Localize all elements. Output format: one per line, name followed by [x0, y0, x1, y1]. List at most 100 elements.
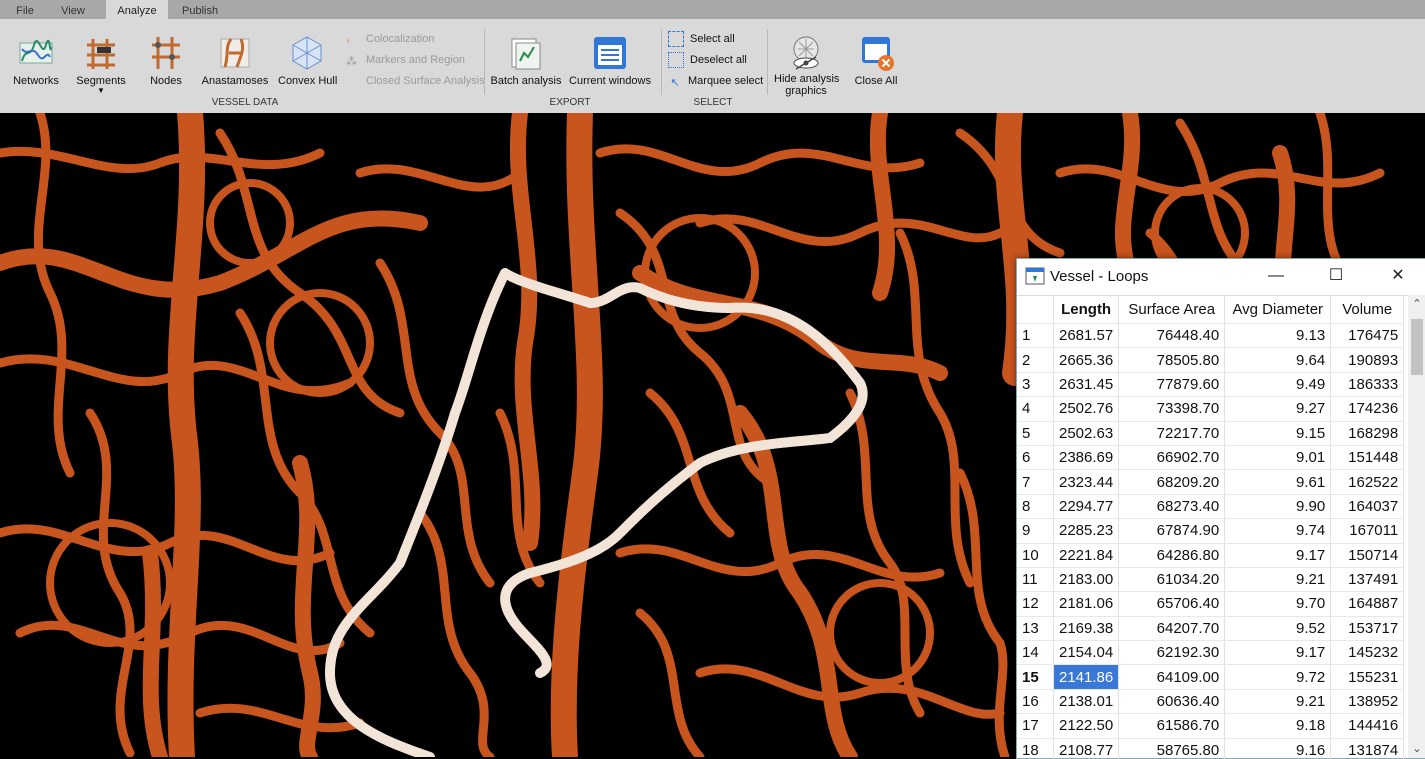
cell-length[interactable]: 2665.36: [1053, 347, 1120, 373]
scrollbar-thumb[interactable]: [1411, 319, 1423, 375]
current-windows-button[interactable]: Current windows: [568, 33, 652, 87]
cell-volume[interactable]: 186333: [1330, 372, 1405, 398]
row-index[interactable]: 18: [1017, 738, 1054, 759]
batch-analysis-button[interactable]: Batch analysis: [490, 33, 562, 87]
cell-volume[interactable]: 137491: [1330, 567, 1405, 593]
table-row[interactable]: 7 2323.44 68209.20 9.61 162522: [1017, 469, 1405, 495]
cell-length[interactable]: 2631.45: [1053, 372, 1120, 398]
table-row[interactable]: 14 2154.04 62192.30 9.17 145232: [1017, 640, 1405, 666]
column-header-avg-diameter[interactable]: Avg Diameter: [1224, 296, 1332, 324]
table-row[interactable]: 11 2183.00 61034.20 9.21 137491: [1017, 567, 1405, 593]
row-index[interactable]: 17: [1017, 713, 1054, 739]
cell-length[interactable]: 2502.63: [1053, 421, 1120, 446]
table-row[interactable]: 13 2169.38 64207.70 9.52 153717: [1017, 616, 1405, 642]
column-header-surface-area[interactable]: Surface Area: [1118, 296, 1226, 324]
row-index[interactable]: 10: [1017, 543, 1054, 568]
tab-file[interactable]: File: [10, 0, 40, 19]
minimize-icon[interactable]: —: [1253, 263, 1299, 289]
cell-length[interactable]: 2221.84: [1053, 543, 1120, 568]
table-row[interactable]: 8 2294.77 68273.40 9.90 164037: [1017, 494, 1405, 520]
table-row[interactable]: 1 2681.57 76448.40 9.13 176475: [1017, 323, 1405, 349]
cell-length[interactable]: 2108.77: [1053, 738, 1120, 759]
colocalization-button[interactable]: ◐ Colocalization: [346, 30, 434, 48]
table-row[interactable]: 15 2141.86 64109.00 9.72 155231: [1017, 664, 1405, 690]
close-icon[interactable]: ✕: [1375, 263, 1421, 289]
row-index[interactable]: 5: [1017, 421, 1054, 446]
cell-surface-area[interactable]: 64109.00: [1118, 664, 1226, 690]
cell-surface-area[interactable]: 66902.70: [1118, 445, 1226, 471]
row-index[interactable]: 15: [1017, 664, 1054, 690]
cell-length[interactable]: 2138.01: [1053, 689, 1120, 715]
markers-region-button[interactable]: ⁂ Markers and Region: [346, 51, 465, 69]
table-row[interactable]: 5 2502.63 72217.70 9.15 168298: [1017, 421, 1405, 446]
cell-volume[interactable]: 145232: [1330, 640, 1405, 666]
cell-volume[interactable]: 151448: [1330, 445, 1405, 471]
cell-surface-area[interactable]: 65706.40: [1118, 591, 1226, 617]
cell-volume[interactable]: 164887: [1330, 591, 1405, 617]
cell-avg-diameter[interactable]: 9.17: [1224, 640, 1332, 666]
row-index[interactable]: 3: [1017, 372, 1054, 398]
cell-avg-diameter[interactable]: 9.74: [1224, 518, 1332, 544]
cell-volume[interactable]: 131874: [1330, 738, 1405, 759]
window-titlebar[interactable]: Vessel - Loops — ☐ ✕: [1017, 259, 1425, 293]
cell-volume[interactable]: 150714: [1330, 543, 1405, 568]
cell-volume[interactable]: 153717: [1330, 616, 1405, 642]
cell-surface-area[interactable]: 78505.80: [1118, 347, 1226, 373]
cell-length[interactable]: 2141.86: [1053, 664, 1120, 690]
cell-surface-area[interactable]: 68273.40: [1118, 494, 1226, 520]
row-index[interactable]: 6: [1017, 445, 1054, 471]
row-index[interactable]: 14: [1017, 640, 1054, 666]
cell-volume[interactable]: 176475: [1330, 323, 1405, 349]
table-row[interactable]: 12 2181.06 65706.40 9.70 164887: [1017, 591, 1405, 617]
maximize-icon[interactable]: ☐: [1313, 263, 1359, 289]
cell-avg-diameter[interactable]: 9.21: [1224, 567, 1332, 593]
cell-length[interactable]: 2285.23: [1053, 518, 1120, 544]
row-index[interactable]: 1: [1017, 323, 1054, 349]
cell-volume[interactable]: 155231: [1330, 664, 1405, 690]
cell-length[interactable]: 2294.77: [1053, 494, 1120, 520]
cell-surface-area[interactable]: 72217.70: [1118, 421, 1226, 446]
cell-avg-diameter[interactable]: 9.27: [1224, 396, 1332, 422]
row-index[interactable]: 12: [1017, 591, 1054, 617]
row-index[interactable]: 11: [1017, 567, 1054, 593]
cell-surface-area[interactable]: 73398.70: [1118, 396, 1226, 422]
row-index[interactable]: 4: [1017, 396, 1054, 422]
loops-data-grid[interactable]: Length Surface Area Avg Diameter Volume …: [1017, 295, 1408, 759]
closed-surface-analysis-button[interactable]: Closed Surface Analysis: [346, 72, 485, 90]
cell-length[interactable]: 2386.69: [1053, 445, 1120, 471]
row-index[interactable]: 16: [1017, 689, 1054, 715]
cell-surface-area[interactable]: 61034.20: [1118, 567, 1226, 593]
cell-length[interactable]: 2122.50: [1053, 713, 1120, 739]
scroll-down-icon[interactable]: ⌄: [1408, 740, 1425, 758]
table-row[interactable]: 3 2631.45 77879.60 9.49 186333: [1017, 372, 1405, 398]
tab-view[interactable]: View: [56, 0, 90, 19]
cell-volume[interactable]: 168298: [1330, 421, 1405, 446]
tab-publish[interactable]: Publish: [182, 0, 218, 19]
cell-volume[interactable]: 190893: [1330, 347, 1405, 373]
column-header-length[interactable]: Length: [1053, 296, 1120, 324]
cell-avg-diameter[interactable]: 9.52: [1224, 616, 1332, 642]
table-row[interactable]: 16 2138.01 60636.40 9.21 138952: [1017, 689, 1405, 715]
cell-volume[interactable]: 174236: [1330, 396, 1405, 422]
cell-avg-diameter[interactable]: 9.70: [1224, 591, 1332, 617]
select-all-button[interactable]: Select all: [668, 30, 735, 48]
cell-surface-area[interactable]: 64286.80: [1118, 543, 1226, 568]
convex-hull-button[interactable]: Convex Hull: [278, 33, 337, 87]
segments-button[interactable]: Segments ▼: [74, 33, 128, 95]
cell-length[interactable]: 2169.38: [1053, 616, 1120, 642]
column-header-volume[interactable]: Volume: [1330, 296, 1405, 324]
cell-avg-diameter[interactable]: 9.13: [1224, 323, 1332, 349]
cell-length[interactable]: 2181.06: [1053, 591, 1120, 617]
chevron-down-icon[interactable]: ▼: [74, 87, 128, 95]
cell-avg-diameter[interactable]: 9.72: [1224, 664, 1332, 690]
table-row[interactable]: 9 2285.23 67874.90 9.74 167011: [1017, 518, 1405, 544]
cell-avg-diameter[interactable]: 9.18: [1224, 713, 1332, 739]
cell-surface-area[interactable]: 58765.80: [1118, 738, 1226, 759]
cell-volume[interactable]: 164037: [1330, 494, 1405, 520]
cell-avg-diameter[interactable]: 9.17: [1224, 543, 1332, 568]
table-row[interactable]: 18 2108.77 58765.80 9.16 131874: [1017, 738, 1405, 759]
cell-avg-diameter[interactable]: 9.16: [1224, 738, 1332, 759]
hide-analysis-graphics-button[interactable]: Hide analysis graphics: [774, 33, 839, 97]
anastamoses-button[interactable]: Anastamoses: [200, 33, 270, 87]
networks-button[interactable]: Networks: [10, 33, 62, 87]
